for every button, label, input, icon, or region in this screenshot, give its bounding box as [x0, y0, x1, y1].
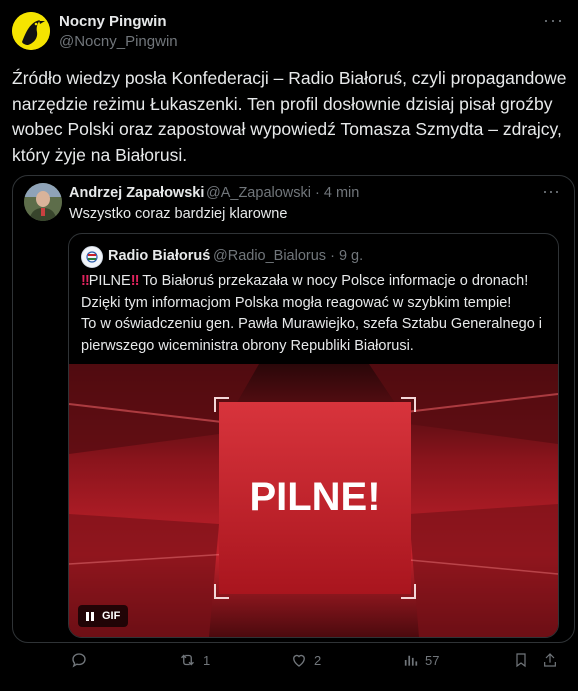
views-bar-chart-icon	[404, 655, 418, 666]
repost-icon	[181, 654, 194, 666]
quoted-more-icon[interactable]: ···	[542, 181, 560, 202]
quoted-author-name[interactable]: Andrzej Zapałowski	[69, 185, 204, 201]
penguin-logo-icon	[12, 12, 50, 50]
reply-button[interactable]	[70, 651, 94, 669]
tweet-text: Źródło wiedzy posła Konfederacji – Radio…	[12, 68, 567, 165]
gif-label: GIF	[102, 610, 121, 622]
quoted-text: Wszystko coraz bardziej klarowne	[69, 206, 288, 222]
repost-count: 1	[203, 652, 211, 668]
nested-author-handle[interactable]: @Radio_Bialorus	[213, 248, 326, 264]
nested-quoted-tweet[interactable]: Radio Białoruś @Radio_Bialorus · 9 g. ‼P…	[68, 233, 559, 638]
pause-icon[interactable]	[86, 611, 94, 621]
nested-text-line: pierwszego wiceministra obrony Republiki…	[81, 337, 414, 354]
nested-text: ‼PILNE‼ To Białoruś przekazała w nocy Po…	[81, 271, 551, 357]
quoted-time[interactable]: · 4 min	[315, 185, 359, 201]
tweet-page: Nocny Pingwin @Nocny_Pingwin ··· Źródło …	[0, 0, 578, 691]
quoted-author-handle[interactable]: @A_Zapalowski	[206, 185, 311, 201]
quoted-author-meta: @A_Zapalowski · 4 min	[206, 185, 359, 201]
views-button[interactable]: 57	[402, 651, 439, 669]
radio-logo-icon	[82, 247, 102, 267]
gif-badge[interactable]: GIF	[78, 605, 129, 627]
views-count: 57	[425, 652, 440, 668]
pilne-overlay-text: PILNE!	[249, 475, 380, 519]
alert-emoji-icon: ‼	[81, 273, 90, 289]
author-avatar[interactable]	[12, 12, 50, 50]
share-button[interactable]	[542, 651, 558, 669]
action-bar: 1 2 57	[0, 647, 578, 677]
nested-text-first: To Białoruś przekazała w nocy Polsce inf…	[138, 273, 529, 289]
repost-button[interactable]: 1	[178, 651, 210, 669]
nested-text-line: Dzięki tym informacjom Polska mogła reag…	[81, 294, 512, 311]
person-avatar-icon	[24, 183, 62, 221]
quoted-tweet[interactable]: Andrzej Zapałowski @A_Zapalowski · 4 min…	[12, 175, 575, 643]
bookmark-icon	[516, 653, 526, 668]
nested-text-line: To w oświadczeniu gen. Pawła Murawiejko,…	[81, 316, 543, 332]
share-icon	[544, 653, 556, 667]
author-name[interactable]: Nocny Pingwin	[59, 13, 167, 30]
like-button[interactable]: 2	[290, 651, 321, 669]
nested-author-meta: @Radio_Bialorus · 9 g.	[213, 248, 363, 264]
nested-time[interactable]: · 9 g.	[330, 248, 363, 264]
gif-media[interactable]: PILNE! GIF	[69, 364, 558, 637]
pilne-word: PILNE	[88, 273, 131, 289]
nested-text-line: ‼PILNE‼ To Białoruś przekazała w nocy Po…	[81, 271, 551, 293]
media-background: PILNE!	[69, 364, 558, 637]
more-options-icon[interactable]: ···	[543, 10, 564, 31]
bookmark-button[interactable]	[513, 651, 529, 669]
quoted-author-avatar[interactable]	[24, 183, 62, 221]
heart-icon	[293, 654, 305, 667]
like-count: 2	[314, 652, 322, 668]
nested-author-name[interactable]: Radio Białoruś	[108, 248, 210, 264]
nested-author-avatar[interactable]	[81, 246, 103, 268]
reply-icon	[72, 653, 86, 668]
author-handle[interactable]: @Nocny_Pingwin	[59, 33, 178, 50]
